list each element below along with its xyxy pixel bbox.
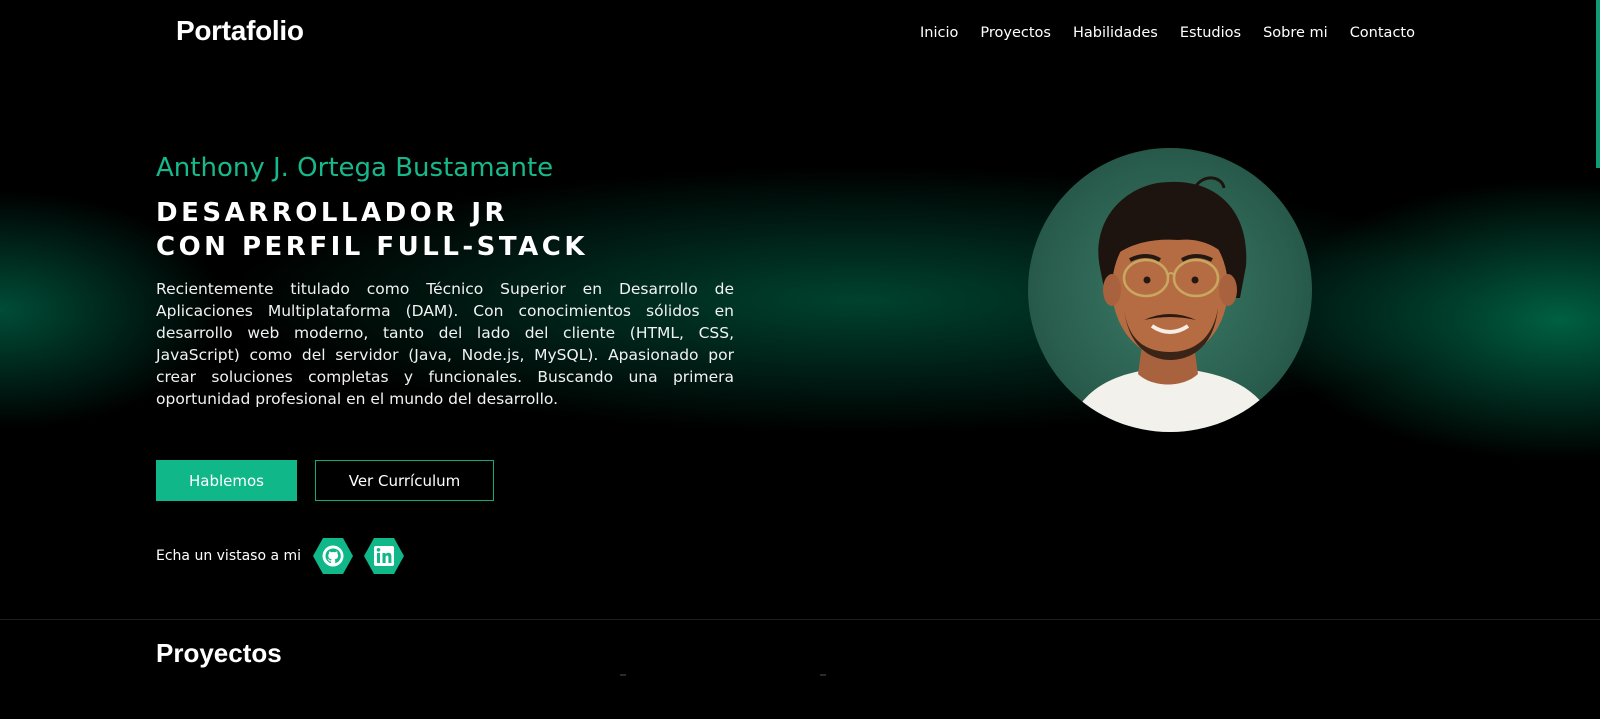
decorative-dash [620, 674, 626, 676]
section-divider [0, 619, 1600, 620]
hero-role-line-2: CON PERFIL FULL-STACK [156, 232, 588, 262]
ver-curriculum-button[interactable]: Ver Currículum [315, 460, 494, 501]
decorative-dash [820, 674, 826, 676]
nav-link-contacto[interactable]: Contacto [1350, 25, 1415, 41]
github-icon[interactable] [313, 538, 354, 574]
hero-description: Recientemente titulado como Técnico Supe… [156, 280, 734, 408]
nav-link-proyectos[interactable]: Proyectos [980, 25, 1051, 41]
scrollbar-thumb[interactable] [1596, 0, 1600, 168]
social-links: Echa un vistaso a mi [156, 538, 415, 574]
main-nav: Inicio Proyectos Habilidades Estudios So… [920, 25, 1437, 41]
section-title-proyectos: Proyectos [156, 638, 282, 668]
nav-link-inicio[interactable]: Inicio [920, 25, 958, 41]
hero-role-line-1: DESARROLLADOR JR [156, 198, 509, 228]
hero-role: DESARROLLADOR JR CON PERFIL FULL-STACK [156, 196, 588, 264]
site-logo[interactable]: Portafolio [176, 15, 304, 47]
nav-link-sobre-mi[interactable]: Sobre mi [1263, 25, 1328, 41]
nav-link-estudios[interactable]: Estudios [1180, 25, 1241, 41]
hero-name: Anthony J. Ortega Bustamante [156, 153, 554, 183]
profile-photo [1068, 176, 1276, 432]
top-header: Portafolio Inicio Proyectos Habilidades … [0, 0, 1600, 70]
hablemos-button[interactable]: Hablemos [156, 460, 297, 501]
linkedin-icon[interactable] [364, 538, 405, 574]
nav-link-habilidades[interactable]: Habilidades [1073, 25, 1158, 41]
social-label: Echa un vistaso a mi [156, 548, 302, 564]
profile-avatar [1028, 148, 1312, 432]
